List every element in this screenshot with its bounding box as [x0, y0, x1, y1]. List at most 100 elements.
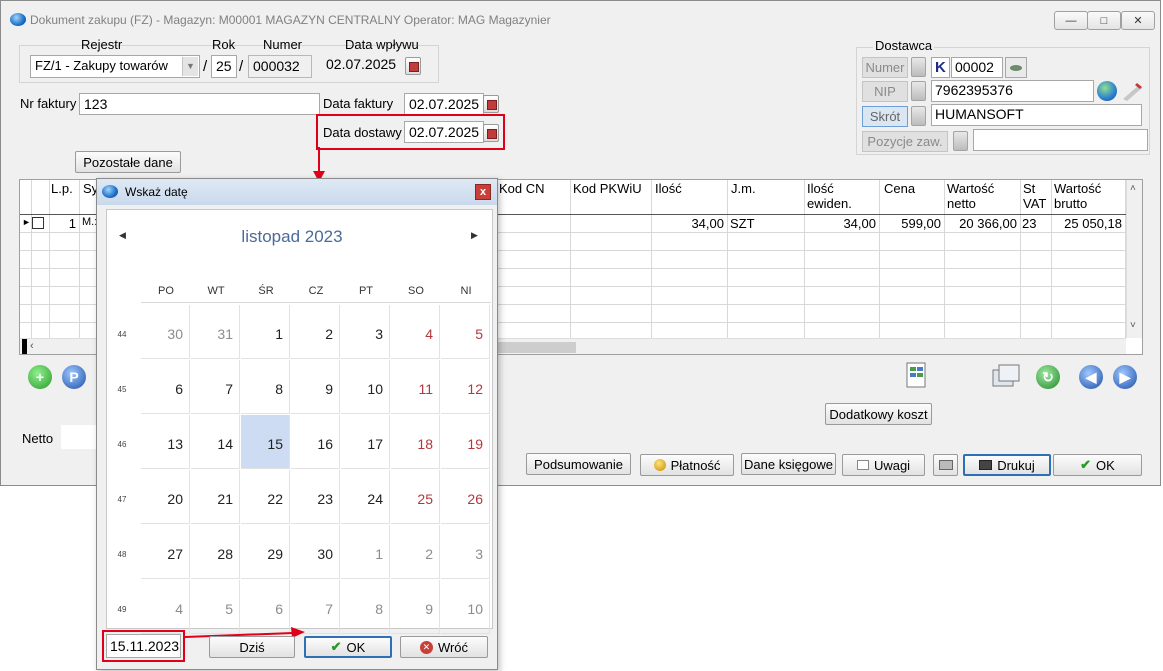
search-icon[interactable]: P	[62, 365, 86, 389]
calendar-day[interactable]: 3	[341, 305, 390, 359]
next-month-icon[interactable]: ▶	[471, 230, 478, 241]
calendar-day[interactable]: 30	[291, 525, 340, 579]
calendar-day[interactable]: 1	[241, 305, 290, 359]
list-icon[interactable]	[911, 106, 926, 126]
nip-input[interactable]: 7962395376	[931, 80, 1094, 102]
calendar-day[interactable]: 11	[391, 360, 440, 414]
chevron-down-icon[interactable]: ▼	[182, 57, 198, 76]
calendar-day[interactable]: 26	[441, 470, 490, 524]
close-icon[interactable]: ✕	[1121, 11, 1155, 30]
calendar-day[interactable]: 6	[141, 360, 190, 414]
col-header-ilosc[interactable]: Ilość	[653, 180, 684, 213]
calendar-day[interactable]: 2	[291, 305, 340, 359]
col-header-kod-cn[interactable]: Kod CN	[497, 180, 547, 213]
refresh-icon[interactable]: ↻	[1036, 365, 1060, 389]
globe-icon[interactable]	[1097, 81, 1117, 101]
previous-icon[interactable]: ◀	[1079, 365, 1103, 389]
calendar-day[interactable]: 30	[141, 305, 190, 359]
calendar-day[interactable]: 29	[241, 525, 290, 579]
dane-ksiegowe-button[interactable]: Dane księgowe	[741, 453, 836, 475]
print-preview-button[interactable]	[933, 454, 958, 476]
calendar-day[interactable]: 16	[291, 415, 340, 469]
list-icon[interactable]	[911, 81, 926, 101]
calendar-day[interactable]: 12	[441, 360, 490, 414]
calendar-day[interactable]: 31	[191, 305, 240, 359]
pozycje-zaw-input[interactable]	[973, 129, 1148, 151]
handshake-icon[interactable]	[1005, 57, 1027, 78]
spreadsheet-icon[interactable]	[905, 361, 927, 389]
list-icon[interactable]	[953, 131, 968, 151]
calendar-icon[interactable]	[483, 124, 499, 142]
data-faktury-input[interactable]: 02.07.2025	[404, 93, 484, 115]
calendar-day[interactable]: 27	[141, 525, 190, 579]
close-icon[interactable]: x	[475, 184, 491, 200]
calendar-day[interactable]: 7	[191, 360, 240, 414]
dialog-ok-button[interactable]: ✔ OK	[304, 636, 392, 658]
rejestr-select[interactable]: FZ/1 - Zakupy towarów ▼	[30, 55, 200, 78]
chevron-left-icon[interactable]: ‹	[30, 340, 34, 352]
calendar-day[interactable]: 24	[341, 470, 390, 524]
col-header-jm[interactable]: J.m.	[729, 180, 758, 213]
calendar-day[interactable]: 9	[391, 580, 440, 634]
calendar-day[interactable]: 13	[141, 415, 190, 469]
col-header-st-vat[interactable]: St VAT	[1021, 180, 1053, 213]
nr-faktury-input[interactable]: 123	[79, 93, 320, 115]
calendar-day[interactable]: 28	[191, 525, 240, 579]
calendar-day[interactable]: 1	[341, 525, 390, 579]
col-header-kod-pkwiu[interactable]: Kod PKWiU	[571, 180, 644, 213]
minimize-icon[interactable]: —	[1054, 11, 1088, 30]
calendar-day[interactable]: 18	[391, 415, 440, 469]
calendar-day[interactable]: 10	[341, 360, 390, 414]
calendar-day[interactable]: 3	[441, 525, 490, 579]
selected-date-input[interactable]: 15.11.2023	[106, 634, 181, 658]
dostawca-numer-input[interactable]: 00002	[951, 57, 1003, 78]
calendar-day[interactable]: 8	[241, 360, 290, 414]
add-icon[interactable]: +	[28, 365, 52, 389]
calendar-day[interactable]: 14	[191, 415, 240, 469]
pozostale-dane-button[interactable]: Pozostałe dane	[75, 151, 181, 173]
uwagi-button[interactable]: Uwagi	[842, 454, 925, 476]
skrot-input[interactable]: HUMANSOFT	[931, 104, 1142, 126]
ok-button[interactable]: ✔ OK	[1053, 454, 1142, 476]
wroc-button[interactable]: ✕ Wróć	[400, 636, 488, 658]
copy-documents-icon[interactable]	[991, 362, 1021, 388]
podsumowanie-button[interactable]: Podsumowanie	[526, 453, 631, 475]
calendar-day[interactable]: 4	[391, 305, 440, 359]
calendar-icon[interactable]	[405, 57, 421, 75]
col-header-lp[interactable]: L.p.	[49, 180, 75, 213]
month-label[interactable]: listopad 2023	[107, 227, 477, 247]
col-header-cena[interactable]: Cena	[882, 180, 917, 213]
calendar-day[interactable]: 4	[141, 580, 190, 634]
calendar-day[interactable]: 20	[141, 470, 190, 524]
chevron-down-icon[interactable]: ˅	[1130, 320, 1136, 331]
skrot-button[interactable]: Skrót	[862, 106, 908, 127]
nip-button[interactable]: NIP	[862, 81, 908, 102]
data-dostawy-input[interactable]: 02.07.2025	[404, 121, 484, 143]
calendar-day[interactable]: 5	[441, 305, 490, 359]
pen-icon[interactable]	[1121, 81, 1143, 101]
col-header-wartosc-netto[interactable]: Wartość netto	[945, 180, 1015, 213]
col-header-ilosc-ewiden[interactable]: Ilość ewiden.	[805, 180, 875, 213]
col-header-wartosc-brutto[interactable]: Wartość brutto	[1052, 180, 1122, 213]
chevron-up-icon[interactable]: ˄	[1130, 183, 1136, 194]
calendar-day[interactable]: 9	[291, 360, 340, 414]
calendar-icon[interactable]	[483, 95, 499, 113]
calendar-day[interactable]: 10	[441, 580, 490, 634]
calendar-day[interactable]: 25	[391, 470, 440, 524]
calendar-day[interactable]: 17	[341, 415, 390, 469]
maximize-icon[interactable]: □	[1087, 11, 1121, 30]
calendar-day[interactable]: 23	[291, 470, 340, 524]
next-icon[interactable]: ▶	[1113, 365, 1137, 389]
dzis-button[interactable]: Dziś	[209, 636, 295, 658]
calendar-day[interactable]: 8	[341, 580, 390, 634]
list-icon[interactable]	[911, 57, 926, 77]
calendar-day[interactable]: 21	[191, 470, 240, 524]
platnosc-button[interactable]: Płatność	[640, 454, 734, 476]
vertical-scrollbar[interactable]: ˄ ˅	[1126, 180, 1142, 338]
calendar-day[interactable]: 15	[241, 415, 290, 469]
numer-button[interactable]: Numer	[862, 57, 908, 78]
drukuj-button[interactable]: Drukuj	[963, 454, 1051, 476]
calendar-day[interactable]: 19	[441, 415, 490, 469]
row-checkbox[interactable]	[32, 217, 44, 229]
pozycje-zaw-button[interactable]: Pozycje zaw.	[862, 131, 948, 152]
